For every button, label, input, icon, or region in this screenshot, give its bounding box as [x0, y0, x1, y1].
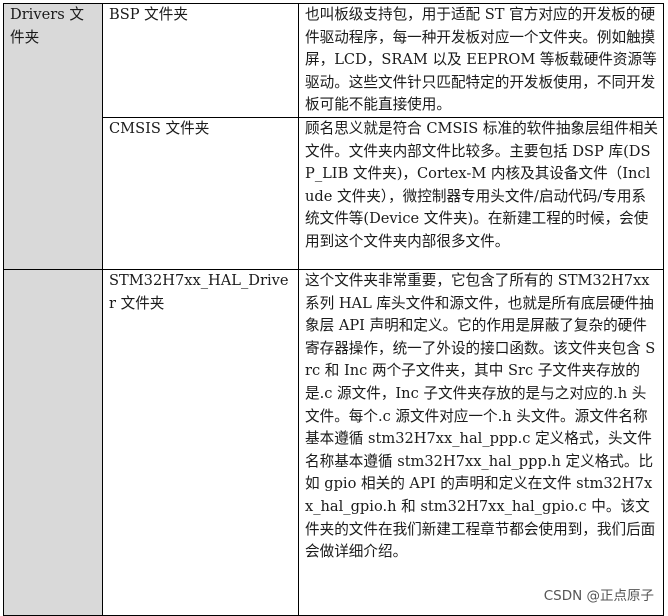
- folder-cell: STM32H7xx_HAL_Driver 文件夹: [102, 268, 299, 616]
- description-cell: 这个文件夹非常重要，它包含了所有的 STM32H7xx 系列 HAL 库头文件和…: [298, 268, 664, 616]
- folder-name: BSP 文件夹: [109, 6, 188, 23]
- category-cell-continued: [3, 268, 103, 616]
- folder-cell: BSP 文件夹: [102, 3, 299, 118]
- folder-cell: CMSIS 文件夹: [102, 116, 299, 270]
- category-label: Drivers 文件夹: [10, 6, 84, 46]
- folder-description: 也叫板级支持包，用于适配 ST 官方对应的开发板的硬件驱动程序，每一种开发板对应…: [305, 6, 657, 114]
- watermark: CSDN @正点原子: [541, 584, 656, 604]
- table-row: Drivers 文件夹 BSP 文件夹 也叫板级支持包，用于适配 ST 官方对应…: [3, 3, 664, 270]
- description-cell: 也叫板级支持包，用于适配 ST 官方对应的开发板的硬件驱动程序，每一种开发板对应…: [298, 3, 664, 118]
- folder-description: 这个文件夹非常重要，它包含了所有的 STM32H7xx 系列 HAL 库头文件和…: [305, 271, 656, 561]
- table-row: STM32H7xx_HAL_Driver 文件夹 这个文件夹非常重要，它包含了所…: [3, 268, 664, 616]
- drivers-folder-table: Drivers 文件夹 BSP 文件夹 也叫板级支持包，用于适配 ST 官方对应…: [3, 3, 664, 616]
- folder-name: STM32H7xx_HAL_Driver 文件夹: [109, 271, 289, 312]
- folder-description: 顾名思义就是符合 CMSIS 标准的软件抽象层组件相关文件。文件夹内部文件比较多…: [305, 119, 659, 250]
- table-row: CMSIS 文件夹 顾名思义就是符合 CMSIS 标准的软件抽象层组件相关文件。…: [4, 116, 664, 270]
- category-cell: Drivers 文件夹: [3, 3, 103, 270]
- description-cell: 顾名思义就是符合 CMSIS 标准的软件抽象层组件相关文件。文件夹内部文件比较多…: [298, 116, 664, 270]
- folder-name: CMSIS 文件夹: [109, 119, 210, 137]
